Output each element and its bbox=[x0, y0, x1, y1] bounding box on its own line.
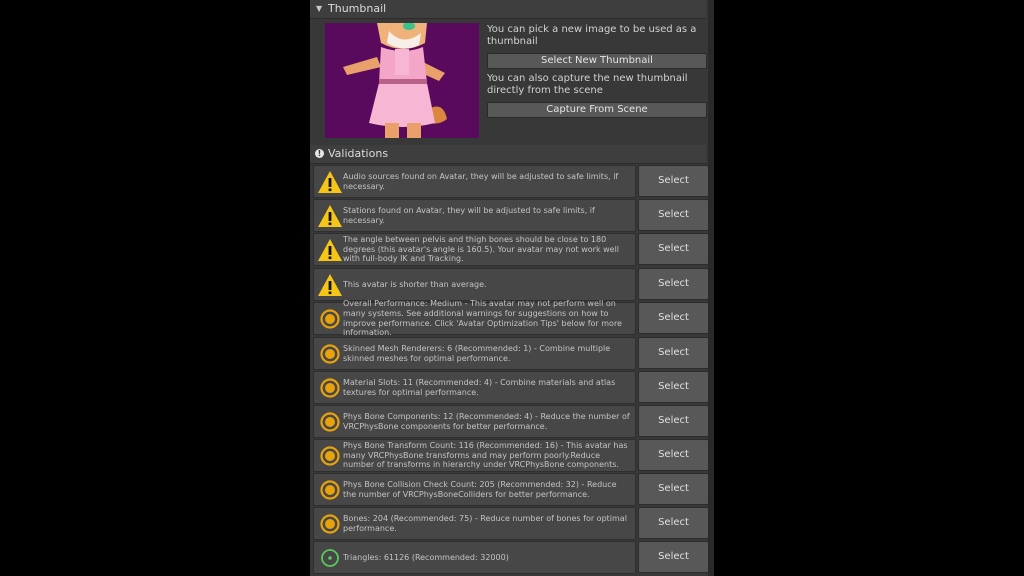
scrollbar[interactable] bbox=[708, 0, 714, 576]
validation-message: Triangles: 61126 (Recommended: 32000) bbox=[343, 552, 509, 562]
warning-icon bbox=[317, 272, 343, 298]
performance-medium-icon bbox=[317, 511, 343, 537]
validation-select-button[interactable]: Select bbox=[638, 405, 709, 437]
warning-icon bbox=[317, 169, 343, 195]
performance-medium-icon bbox=[317, 306, 343, 332]
validation-message: This avatar is shorter than average. bbox=[343, 279, 487, 289]
performance-medium-icon bbox=[317, 375, 343, 401]
validation-select-button[interactable]: Select bbox=[638, 473, 709, 505]
validation-row: Overall Performance: Medium - This avata… bbox=[313, 299, 636, 338]
validation-row: Phys Bone Transform Count: 116 (Recommen… bbox=[313, 439, 636, 472]
foldout-triangle-icon[interactable]: ▼ bbox=[316, 0, 322, 18]
validation-row: The angle between pelvis and thigh bones… bbox=[313, 233, 636, 266]
warning-icon bbox=[317, 203, 343, 229]
validation-row: Stations found on Avatar, they will be a… bbox=[313, 199, 636, 232]
validation-select-button[interactable]: Select bbox=[638, 337, 709, 369]
validation-message: Audio sources found on Avatar, they will… bbox=[343, 171, 619, 191]
validation-message: The angle between pelvis and thigh bones… bbox=[343, 235, 620, 264]
thumbnail-foldout-header[interactable]: ▼ Thumbnail bbox=[310, 0, 706, 19]
validation-message: Material Slots: 11 (Recommended: 4) - Co… bbox=[343, 377, 616, 397]
thumbnail-pick-description: You can pick a new image to be used as a… bbox=[487, 24, 697, 47]
validation-row: Triangles: 61126 (Recommended: 32000) bbox=[313, 541, 636, 574]
validation-row: Skinned Mesh Renderers: 6 (Recommended: … bbox=[313, 337, 636, 370]
performance-medium-icon bbox=[317, 443, 343, 469]
validation-select-button[interactable]: Select bbox=[638, 439, 709, 471]
select-new-thumbnail-button[interactable]: Select New Thumbnail bbox=[487, 53, 707, 69]
capture-from-scene-button[interactable]: Capture From Scene bbox=[487, 102, 707, 118]
warning-icon bbox=[317, 237, 343, 263]
validations-foldout-header[interactable]: ! Validations bbox=[310, 145, 706, 164]
validation-row: Phys Bone Collision Check Count: 205 (Re… bbox=[313, 473, 636, 506]
validation-select-button[interactable]: Select bbox=[638, 507, 709, 539]
validation-select-button[interactable]: Select bbox=[638, 233, 709, 265]
validation-row: Material Slots: 11 (Recommended: 4) - Co… bbox=[313, 371, 636, 404]
validation-select-button[interactable]: Select bbox=[638, 268, 709, 300]
validation-message: Skinned Mesh Renderers: 6 (Recommended: … bbox=[343, 343, 611, 363]
validation-message: Bones: 204 (Recommended: 75) - Reduce nu… bbox=[343, 513, 627, 533]
performance-good-icon bbox=[317, 545, 343, 571]
info-icon: ! bbox=[315, 149, 324, 158]
validation-message: Phys Bone Transform Count: 116 (Recommen… bbox=[343, 441, 628, 470]
validation-message: Stations found on Avatar, they will be a… bbox=[343, 205, 595, 225]
thumbnail-section-title: Thumbnail bbox=[328, 2, 387, 15]
thumbnail-capture-description: You can also capture the new thumbnail d… bbox=[487, 73, 688, 96]
validation-message: Phys Bone Components: 12 (Recommended: 4… bbox=[343, 411, 630, 431]
performance-medium-icon bbox=[317, 341, 343, 367]
validation-select-button[interactable]: Select bbox=[638, 302, 709, 334]
validation-select-button[interactable]: Select bbox=[638, 541, 709, 573]
performance-medium-icon bbox=[317, 409, 343, 435]
validation-row: This avatar is shorter than average. bbox=[313, 268, 636, 301]
performance-medium-icon bbox=[317, 477, 343, 503]
validation-row: Phys Bone Components: 12 (Recommended: 4… bbox=[313, 405, 636, 438]
validations-section-title: Validations bbox=[328, 147, 389, 160]
validation-row: Bones: 204 (Recommended: 75) - Reduce nu… bbox=[313, 507, 636, 540]
validation-message: Phys Bone Collision Check Count: 205 (Re… bbox=[343, 479, 617, 499]
validation-message: Overall Performance: Medium - This avata… bbox=[343, 299, 622, 338]
validation-select-button[interactable]: Select bbox=[638, 165, 709, 197]
avatar-thumbnail-image bbox=[325, 23, 479, 138]
inspector-panel: ▼ Thumbnail You can pick a new image to … bbox=[310, 0, 714, 576]
validation-select-button[interactable]: Select bbox=[638, 371, 709, 403]
validation-row: Audio sources found on Avatar, they will… bbox=[313, 165, 636, 198]
validation-select-button[interactable]: Select bbox=[638, 199, 709, 231]
